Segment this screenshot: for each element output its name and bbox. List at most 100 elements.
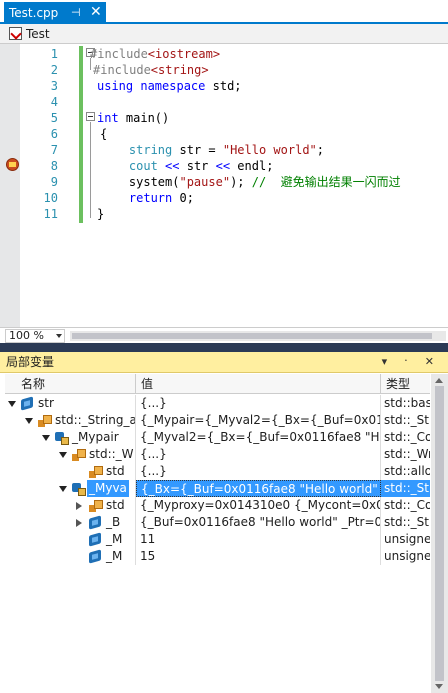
code-line[interactable]: #include<string> xyxy=(93,62,209,78)
name-cell[interactable]: _M xyxy=(5,531,136,548)
header-name[interactable]: 名称 xyxy=(5,374,136,394)
code-editor[interactable]: 1 2 3 4 5 6 7 8 9 10 11 #include<iostream> #include… xyxy=(0,44,448,327)
code-token: str = xyxy=(172,143,223,157)
navigation-bar[interactable]: Test xyxy=(0,24,448,44)
value-cell[interactable]: 11 xyxy=(136,531,381,548)
scroll-down-icon[interactable] xyxy=(435,684,443,689)
scope-dropdown[interactable]: Test xyxy=(26,27,50,41)
value-cell[interactable]: {...} xyxy=(136,463,381,480)
scrollbar-thumb[interactable] xyxy=(72,333,432,339)
vertical-scrollbar[interactable] xyxy=(431,374,448,693)
expand-arrow-icon[interactable] xyxy=(76,519,82,527)
zoom-dropdown[interactable]: 100 % xyxy=(5,329,65,343)
code-line[interactable]: system("pause"); // 避免输出结果一闪而过 xyxy=(100,174,401,190)
collapse-arrow-icon[interactable] xyxy=(59,452,67,458)
value-cell[interactable]: {_Mypair={_Myval2={_Bx={_Buf=0x0116fae8 … xyxy=(136,412,381,429)
value-cell[interactable]: {_Bx={_Buf=0x0116fae8 "Hello world" _Ptr… xyxy=(136,480,381,497)
name-cell[interactable]: std::_String_a xyxy=(5,412,136,429)
name-cell[interactable]: _M xyxy=(5,548,136,565)
horizontal-scrollbar[interactable] xyxy=(70,331,446,341)
code-token: return xyxy=(128,191,173,205)
value-cell[interactable]: {...} xyxy=(136,446,381,463)
line-number: 5 xyxy=(50,111,58,125)
locals-row[interactable]: std {_Myproxy=0x014310e0 {_Mycont=0x0116f… xyxy=(5,497,430,514)
scroll-up-icon[interactable] xyxy=(435,378,443,383)
locals-row[interactable]: _Mypair {_Myval2={_Bx={_Buf=0x0116fae8 "H… xyxy=(5,429,430,446)
name-cell[interactable]: _B xyxy=(5,514,136,531)
code-token: <iostream> xyxy=(147,47,221,61)
locals-row[interactable]: std {...}std::alloc xyxy=(5,463,430,480)
breakpoint-icon[interactable] xyxy=(6,158,19,171)
code-token: int xyxy=(97,111,119,125)
value-cell[interactable]: {...} xyxy=(136,395,381,412)
panel-title-bar: 局部变量 ▾ ᛫ ✕ xyxy=(0,352,448,373)
type-cell: std::_Cor xyxy=(384,430,430,444)
type-cell: std::_Wra xyxy=(384,447,430,461)
locals-row[interactable]: str {...}std::basic xyxy=(5,395,430,412)
pin-icon[interactable]: ⊣ xyxy=(71,6,81,19)
locals-row[interactable]: _M 15unsigned xyxy=(5,548,430,565)
code-token: using xyxy=(97,79,134,93)
tab-test-cpp[interactable]: Test.cpp ⊣ ✕ xyxy=(4,2,106,24)
locals-row[interactable]: std::_W{...}std::_Wra xyxy=(5,446,430,463)
collapse-arrow-icon[interactable] xyxy=(59,486,67,492)
variable-name: _B xyxy=(106,515,121,529)
type-cell: unsigned xyxy=(384,549,430,563)
header-value[interactable]: 值 xyxy=(136,374,381,394)
code-token: str xyxy=(179,159,216,173)
code-line[interactable]: #include<iostream> xyxy=(90,46,220,62)
name-cell[interactable]: std::_W xyxy=(5,446,136,463)
name-cell[interactable]: str xyxy=(5,395,136,412)
column-headers: 名称 值 类型 xyxy=(5,374,430,394)
type-cell: std::basic xyxy=(384,396,430,410)
code-token: namespace xyxy=(140,79,206,93)
name-cell[interactable]: std xyxy=(5,463,136,480)
code-line[interactable]: cout << str << endl; xyxy=(100,158,274,174)
variable-name: _M xyxy=(106,549,123,563)
code-token: #include xyxy=(93,63,151,77)
expand-arrow-icon[interactable] xyxy=(76,502,82,510)
locals-row[interactable]: std::_String_a {_Mypair={_Myval2={_Bx={_B… xyxy=(5,412,430,429)
value-cell[interactable]: {_Myval2={_Bx={_Buf=0x0116fae8 "Hello wo… xyxy=(136,429,381,446)
panel-window-buttons[interactable]: ▾ ᛫ ✕ xyxy=(382,352,440,372)
line-number: 10 xyxy=(43,191,58,205)
locals-tree[interactable]: str{...}std::basicstd::_String_a{_Mypair… xyxy=(5,395,430,675)
name-cell[interactable]: std xyxy=(5,497,136,514)
code-line[interactable]: { xyxy=(100,126,107,142)
locals-row[interactable]: _M 11unsigned xyxy=(5,531,430,548)
collapse-icon[interactable] xyxy=(86,112,95,121)
code-token: #include xyxy=(90,47,148,61)
tab-label: Test.cpp xyxy=(9,6,59,20)
field-icon xyxy=(89,549,101,564)
code-line[interactable]: } xyxy=(97,206,104,222)
value-cell[interactable]: 15 xyxy=(136,548,381,565)
scrollbar-thumb[interactable] xyxy=(435,386,444,681)
code-token: main() xyxy=(118,111,170,125)
document-tab-strip: Test.cpp ⊣ ✕ xyxy=(0,0,448,24)
code-line[interactable]: return 0; xyxy=(100,190,194,206)
type-cell: std::alloc xyxy=(384,464,430,478)
collapse-arrow-icon[interactable] xyxy=(8,401,16,407)
line-number: 1 xyxy=(50,47,58,61)
locals-window: 局部变量 ▾ ᛫ ✕ 名称 值 类型 str{...}std::basicstd… xyxy=(0,352,448,693)
value-cell[interactable]: {_Myproxy=0x014310e0 {_Mycont=0x0116fae xyxy=(136,497,381,514)
pane-splitter[interactable] xyxy=(0,343,448,352)
name-cell[interactable]: _Mypair xyxy=(5,429,136,446)
type-cell: unsigned xyxy=(384,532,430,546)
code-line[interactable]: int main() xyxy=(97,110,169,126)
header-type[interactable]: 类型 xyxy=(381,374,430,394)
value-cell[interactable]: {_Buf=0x0116fae8 "Hello world" _Ptr=0x6c… xyxy=(136,514,381,531)
code-line[interactable]: string str = "Hello world"; xyxy=(100,142,324,158)
locals-row[interactable]: _Myva {_Bx={_Buf=0x0116fae8 "Hello world"… xyxy=(5,480,430,497)
code-line[interactable]: using namespace std; xyxy=(97,78,242,94)
locals-row[interactable]: _B {_Buf=0x0116fae8 "Hello world" _Ptr=0x… xyxy=(5,514,430,531)
base-class-icon xyxy=(38,415,52,427)
close-icon[interactable]: ✕ xyxy=(90,4,102,20)
glyph-margin[interactable] xyxy=(0,44,20,327)
panel-title: 局部变量 xyxy=(6,355,55,369)
code-token: system( xyxy=(100,175,180,189)
name-cell[interactable]: _Myva xyxy=(5,480,136,497)
line-number: 2 xyxy=(50,63,58,77)
collapse-arrow-icon[interactable] xyxy=(25,418,33,424)
collapse-arrow-icon[interactable] xyxy=(42,435,50,441)
